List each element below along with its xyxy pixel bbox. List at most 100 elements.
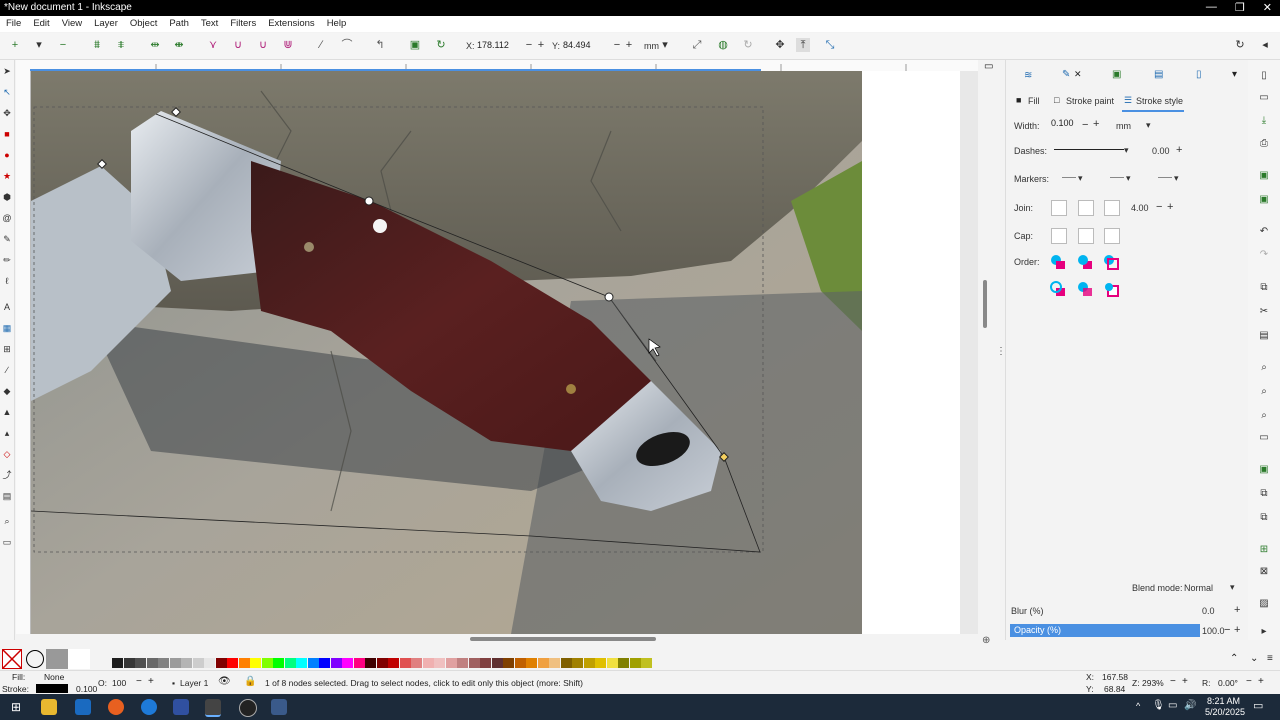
app-icon[interactable] (173, 699, 189, 715)
group-icon[interactable]: ⊞ (1258, 544, 1270, 556)
pencil-tool-icon[interactable]: ✏ (2, 255, 12, 265)
transform-handles-icon[interactable]: ✥ (773, 38, 787, 52)
miter-join-icon[interactable] (1051, 200, 1067, 216)
import-icon[interactable]: ▣ (1258, 170, 1270, 182)
swatch-41[interactable] (583, 658, 595, 668)
spiral-tool-icon[interactable]: @ (2, 213, 12, 223)
eraser-tool-icon[interactable]: ◇ (2, 449, 12, 459)
opacity-decrement-icon[interactable]: − (1224, 624, 1230, 636)
snap-toggle-icon[interactable]: ↻ (1233, 38, 1247, 52)
vertical-ruler[interactable] (16, 71, 31, 634)
swatch-3[interactable] (146, 658, 158, 668)
clip-path-edit-icon[interactable]: ⤢ (690, 38, 704, 52)
outlook-icon[interactable] (75, 699, 91, 715)
swatch-21[interactable] (353, 658, 365, 668)
swatch-31[interactable] (468, 658, 480, 668)
show-handles-icon[interactable]: ⤒ (796, 38, 810, 52)
swatch-25[interactable] (399, 658, 411, 668)
mid-marker-dropdown-icon[interactable]: ▾ (1126, 173, 1131, 184)
selector-tool-icon[interactable]: ➤ (2, 66, 12, 76)
swatch-23[interactable] (376, 658, 388, 668)
end-marker-dropdown-icon[interactable]: ▾ (1174, 173, 1179, 184)
menu-layer[interactable]: Layer (88, 16, 124, 32)
swatch-32[interactable] (480, 658, 491, 668)
blur-input[interactable]: 0.0 (1202, 606, 1215, 616)
order-fill-markers-stroke-icon[interactable] (1103, 254, 1119, 270)
swatch-13[interactable] (261, 658, 273, 668)
unset-paint-swatch[interactable] (26, 650, 44, 668)
menu-extensions[interactable]: Extensions (262, 16, 320, 32)
order-markers-stroke-fill-icon[interactable] (1103, 281, 1119, 297)
swatch-37[interactable] (537, 658, 549, 668)
swatch-42[interactable] (595, 658, 606, 668)
microphone-icon[interactable]: 🎙 (1152, 700, 1165, 711)
butt-cap-icon[interactable] (1051, 228, 1067, 244)
dropper-tool-icon[interactable]: ∕ (2, 365, 12, 375)
stroke-paint-tab[interactable]: Stroke paint (1066, 96, 1114, 106)
cusp-node-icon[interactable]: ⋎ (206, 38, 220, 52)
menu-file[interactable]: File (0, 16, 27, 32)
blend-mode-select[interactable]: Normal (1184, 583, 1213, 593)
swatch-40[interactable] (572, 658, 583, 668)
paint-bucket-tool-icon[interactable]: ◆ (2, 386, 12, 396)
notifications-icon[interactable]: ▭ (1253, 699, 1263, 712)
start-marker-select[interactable] (1062, 177, 1076, 178)
rotation-decrement-icon[interactable]: − (1246, 676, 1252, 687)
align-tab-icon[interactable]: ▤ (1154, 69, 1163, 80)
stroke-to-path-icon[interactable]: ▣ (408, 38, 422, 52)
restore-button[interactable]: ❐ (1235, 1, 1245, 14)
swatch-15[interactable] (284, 658, 296, 668)
order-fill-stroke-markers-icon[interactable] (1050, 254, 1066, 270)
fill-stroke-tab-icon[interactable]: ✎ (1062, 69, 1070, 80)
swatch-29[interactable] (445, 658, 457, 668)
display-mode-icon[interactable]: ▭ (984, 61, 993, 72)
menu-text[interactable]: Text (195, 16, 224, 32)
swatch-38[interactable] (549, 658, 560, 668)
vertical-scrollbar[interactable] (983, 280, 987, 328)
zoom-page-icon[interactable]: ⌕ (1258, 410, 1270, 422)
swatch-46[interactable] (641, 658, 652, 668)
swatch-43[interactable] (606, 658, 618, 668)
unlink-clone-icon[interactable]: ⧉ (1258, 512, 1270, 524)
volume-icon[interactable]: 🔊 (1184, 700, 1196, 711)
swatch-34[interactable] (503, 658, 514, 668)
menu-help[interactable]: Help (321, 16, 353, 32)
swatch-18[interactable] (319, 658, 330, 668)
rotation-increment-icon[interactable]: + (1258, 676, 1264, 687)
swatch-33[interactable] (491, 658, 503, 668)
delete-node-icon[interactable]: − (56, 38, 70, 52)
opacity-slider[interactable]: Opacity (%) (1010, 624, 1200, 637)
auto-smooth-node-icon[interactable]: ⋓ (281, 38, 295, 52)
y-increment-icon[interactable]: + (622, 38, 636, 52)
firefox-icon[interactable] (108, 699, 124, 715)
menu-path[interactable]: Path (163, 16, 195, 32)
swatch-9[interactable] (215, 658, 227, 668)
swatch-5[interactable] (169, 658, 181, 668)
swatch-45[interactable] (629, 658, 641, 668)
swatch-6[interactable] (181, 658, 192, 668)
width-unit-dropdown-icon[interactable]: ▾ (1146, 120, 1151, 131)
swatch-2[interactable] (135, 658, 146, 668)
copy-icon[interactable]: ⧉ (1258, 282, 1270, 294)
zoom-selection-icon[interactable]: ⌕ (1258, 362, 1270, 374)
palette-scroll-up-icon[interactable]: ⌃ (1230, 653, 1238, 664)
width-decrement-icon[interactable]: − (1082, 119, 1088, 131)
x-increment-icon[interactable]: + (534, 38, 548, 52)
swatch-28[interactable] (434, 658, 445, 668)
join-nodes-icon[interactable]: ⩩ (90, 38, 104, 52)
y-coordinate-input[interactable]: 84.494 (561, 38, 609, 52)
insert-node-dropdown-icon[interactable]: ▾ (32, 38, 46, 52)
undo-icon[interactable]: ↶ (1258, 226, 1270, 238)
close-button[interactable]: ✕ (1263, 1, 1272, 14)
miter-limit-decrement-icon[interactable]: − (1156, 201, 1162, 213)
cut-icon[interactable]: ✂ (1258, 306, 1270, 318)
minimize-button[interactable]: — (1206, 1, 1217, 14)
line-segment-icon[interactable]: ∕ (314, 38, 328, 52)
layer-visibility-icon[interactable]: 👁 (218, 676, 231, 687)
zoom-out-icon[interactable]: − (1170, 676, 1176, 687)
zoom-tool-icon[interactable]: ⌕ (2, 516, 12, 526)
end-marker-select[interactable] (1158, 177, 1172, 178)
swatch-19[interactable] (330, 658, 342, 668)
width-unit-select[interactable]: mm (1116, 121, 1131, 131)
rotation-input[interactable]: 0.00° (1218, 678, 1238, 688)
